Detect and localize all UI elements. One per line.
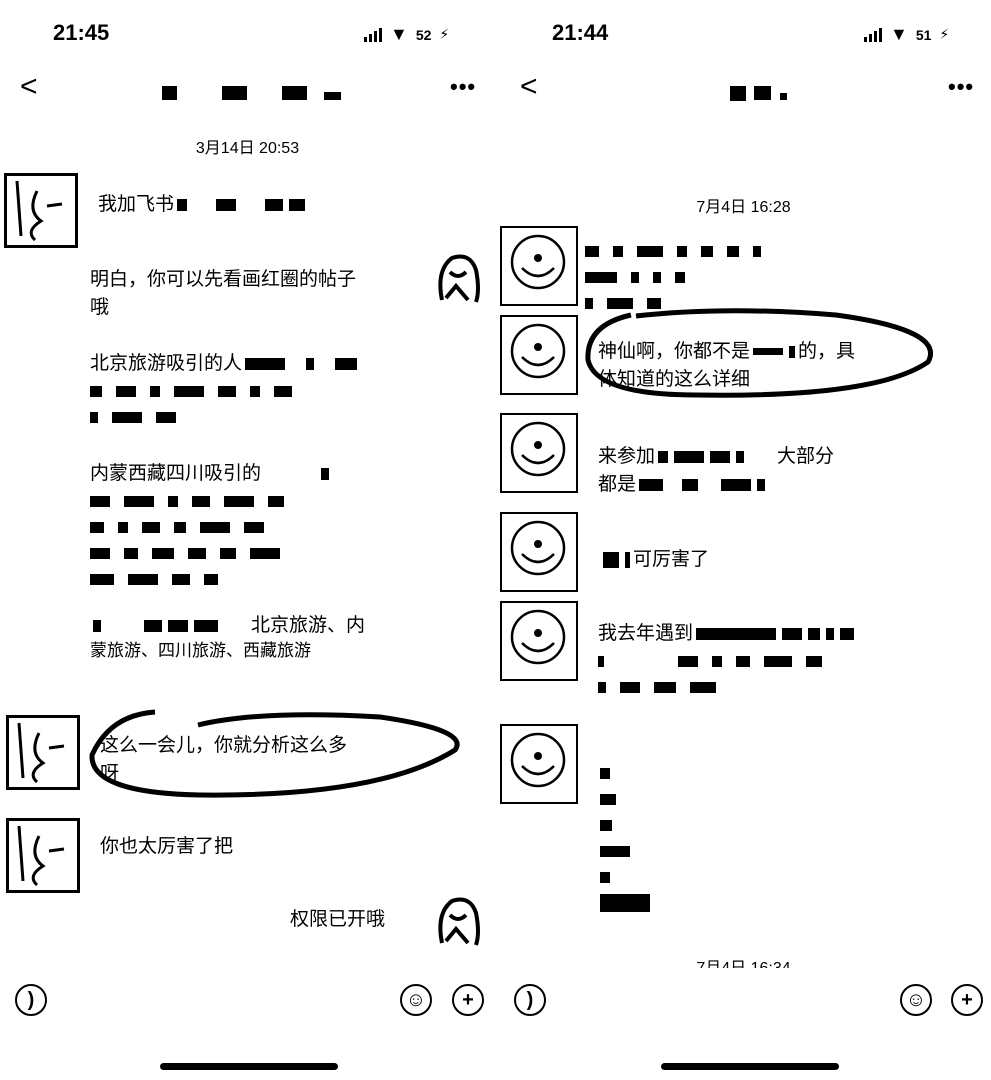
- chat-screen-left: 21:45 ▼ 52 ⚡ < ••• 3月14日 20:53 我加飞书 明白，你可…: [0, 0, 495, 1080]
- charging-icon: ⚡: [939, 26, 950, 42]
- status-time: 21:44: [552, 20, 609, 45]
- back-button[interactable]: <: [20, 72, 38, 102]
- back-button[interactable]: <: [520, 72, 538, 102]
- avatar-self[interactable]: [432, 250, 484, 305]
- plus-icon[interactable]: +: [452, 984, 484, 1016]
- voice-icon[interactable]: ): [15, 984, 47, 1016]
- avatar-contact[interactable]: [500, 512, 578, 592]
- message-bubble: 权限已开哦: [290, 909, 386, 930]
- more-button[interactable]: •••: [450, 74, 476, 100]
- message-bubble: 可厉害了: [600, 546, 709, 574]
- emoji-icon[interactable]: ☺: [400, 984, 432, 1016]
- avatar-contact[interactable]: [6, 715, 80, 790]
- avatar-contact[interactable]: [500, 724, 578, 804]
- signal-icon: [864, 27, 882, 42]
- avatar-contact[interactable]: [4, 173, 78, 248]
- home-indicator[interactable]: [160, 1063, 338, 1070]
- avatar-self[interactable]: [432, 893, 484, 948]
- chat-title-redacted: [730, 86, 790, 102]
- message-bubble: 我去年遇到: [598, 620, 857, 700]
- message-bubble: 神仙啊，你都不是 的，具 体知道的这么详细: [598, 341, 856, 390]
- avatar-contact[interactable]: [500, 601, 578, 681]
- status-time: 21:45: [53, 20, 110, 45]
- chat-title-redacted: [162, 86, 342, 102]
- timestamp: 7月4日 16:34: [496, 954, 991, 968]
- status-icons: ▼ 51 ⚡: [864, 24, 949, 45]
- message-bubble: 我加飞书: [98, 191, 308, 219]
- battery-level: 51: [915, 26, 932, 43]
- more-button[interactable]: •••: [948, 74, 974, 100]
- message-bubble: 你也太厉害了把: [100, 836, 234, 857]
- chat-screen-right: 21:44 ▼ 51 ⚡ < ••• 7月4日 16:28 神仙啊，你都不是 的，具…: [496, 0, 991, 1080]
- timestamp: 7月4日 16:28: [696, 199, 791, 216]
- plus-icon[interactable]: +: [951, 984, 983, 1016]
- avatar-contact[interactable]: [6, 818, 80, 893]
- signal-icon: [364, 27, 382, 42]
- avatar-contact[interactable]: [500, 315, 578, 395]
- message-bubble-redacted: [600, 760, 650, 916]
- avatar-contact[interactable]: [500, 413, 578, 493]
- message-bubble: 这么一会儿，你就分析这么多 呀: [100, 735, 348, 784]
- status-icons: ▼ 52 ⚡: [364, 24, 449, 45]
- voice-icon[interactable]: ): [514, 984, 546, 1016]
- avatar-contact[interactable]: [500, 226, 578, 306]
- battery-level: 52: [415, 26, 432, 43]
- timestamp: 3月14日 20:53: [195, 140, 300, 157]
- message-bubble: 明白，你可以先看画红圈的帖子 哦 北京旅游吸引的人 内蒙西藏四川吸引的 北京旅游…: [90, 269, 366, 660]
- charging-icon: ⚡: [439, 26, 450, 42]
- emoji-icon[interactable]: ☺: [900, 984, 932, 1016]
- message-bubble: 来参加 大部分 都是: [598, 446, 835, 495]
- wifi-icon: ▼: [890, 24, 908, 44]
- wifi-icon: ▼: [390, 24, 408, 44]
- home-indicator[interactable]: [661, 1063, 839, 1070]
